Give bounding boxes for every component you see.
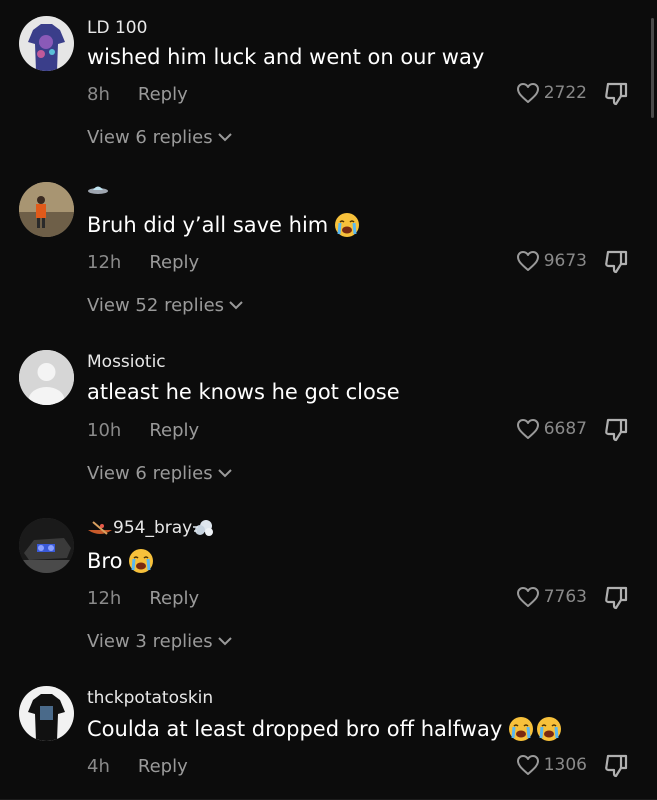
like-count: 6687: [543, 419, 587, 439]
thumbs-down-icon[interactable]: [603, 753, 629, 779]
reply-button[interactable]: Reply: [138, 84, 188, 105]
like-count: 2722: [543, 83, 587, 103]
comment-item: Bruh did y’all save him 12h Reply 9673 V…: [0, 168, 657, 336]
comment-time: 12h: [87, 588, 122, 609]
chevron-down-icon: [229, 301, 243, 310]
thumbs-down-icon[interactable]: [603, 249, 629, 275]
like-count: 1306: [543, 755, 587, 775]
thumbs-down-icon[interactable]: [603, 81, 629, 107]
view-replies-button[interactable]: View 6 replies: [87, 463, 232, 484]
comment-text-content: Bro: [87, 549, 123, 573]
loudly-crying-face-icon: [129, 549, 154, 573]
avatar[interactable]: [19, 350, 74, 405]
view-replies-label: View 6 replies: [87, 127, 213, 148]
view-replies-label: View 52 replies: [87, 295, 225, 316]
comment-username[interactable]: thckpotatoskin: [87, 688, 213, 708]
comment-time: 12h: [87, 252, 122, 273]
comment-item: 954_bray Bro 12h Reply 7763 View 3 repli…: [0, 504, 657, 672]
chevron-down-icon: [217, 469, 232, 478]
avatar[interactable]: [19, 182, 74, 237]
avatar[interactable]: [19, 686, 74, 741]
comment-meta: 12h Reply: [87, 588, 199, 609]
heart-icon: [516, 755, 539, 775]
thumbs-down-icon[interactable]: [603, 417, 629, 443]
default-avatar-icon: [19, 350, 74, 405]
comment-meta: 10h Reply: [87, 420, 199, 441]
view-replies-button[interactable]: View 3 replies: [87, 631, 232, 652]
chevron-down-icon: [217, 637, 232, 646]
like-button[interactable]: 1306: [516, 754, 587, 776]
heart-icon: [516, 419, 539, 439]
comment-meta: 8h Reply: [87, 84, 188, 105]
view-replies-label: View 6 replies: [87, 463, 213, 484]
comment-text-content: Coulda at least dropped bro off halfway: [87, 717, 503, 741]
flying-saucer-icon: [88, 186, 108, 194]
comment-text-content: Bruh did y’all save him: [87, 213, 329, 237]
reply-button[interactable]: Reply: [149, 588, 199, 609]
comment-item: thckpotatoskin Coulda at least dropped b…: [0, 672, 657, 800]
comment-time: 10h: [87, 420, 122, 441]
like-button[interactable]: 2722: [516, 82, 587, 104]
heart-icon: [516, 587, 539, 607]
comment-text: Coulda at least dropped bro off halfway: [87, 716, 562, 742]
comment-username[interactable]: [87, 182, 109, 196]
view-replies-button[interactable]: View 52 replies: [87, 295, 243, 316]
reply-button[interactable]: Reply: [149, 420, 199, 441]
reply-button[interactable]: Reply: [138, 756, 188, 777]
comment-username[interactable]: Mossiotic: [87, 352, 166, 372]
comment-username[interactable]: 954_bray: [87, 518, 216, 538]
avatar[interactable]: [19, 16, 74, 71]
loudly-crying-face-icon: [537, 717, 562, 741]
comment-time: 8h: [87, 84, 110, 105]
reply-button[interactable]: Reply: [149, 252, 199, 273]
like-count: 9673: [543, 251, 587, 271]
comment-text: Bruh did y’all save him: [87, 212, 360, 238]
like-button[interactable]: 6687: [516, 418, 587, 440]
heart-icon: [516, 251, 539, 271]
dash-icon: [193, 520, 214, 536]
view-replies-button[interactable]: View 6 replies: [87, 127, 232, 148]
like-button[interactable]: 9673: [516, 250, 587, 272]
thumbs-down-icon[interactable]: [603, 585, 629, 611]
canoe-icon: [88, 521, 112, 535]
chevron-down-icon: [217, 133, 232, 142]
comment-username[interactable]: LD 100: [87, 18, 147, 38]
username-text: 954_bray: [113, 518, 193, 538]
heart-icon: [516, 83, 539, 103]
comment-meta: 12h Reply: [87, 252, 199, 273]
comment-meta: 4h Reply: [87, 756, 188, 777]
view-replies-label: View 3 replies: [87, 631, 213, 652]
loudly-crying-face-icon: [509, 717, 534, 741]
loudly-crying-face-icon: [335, 213, 360, 237]
comment-item: Mossiotic atleast he knows he got close …: [0, 336, 657, 504]
comment-text: wished him luck and went on our way: [87, 45, 485, 69]
comment-text: Bro: [87, 548, 154, 574]
comment-item: LD 100 wished him luck and went on our w…: [0, 0, 657, 168]
like-count: 7763: [543, 587, 587, 607]
comment-text: atleast he knows he got close: [87, 380, 400, 404]
like-button[interactable]: 7763: [516, 586, 587, 608]
avatar[interactable]: [19, 518, 74, 573]
comment-time: 4h: [87, 756, 110, 777]
